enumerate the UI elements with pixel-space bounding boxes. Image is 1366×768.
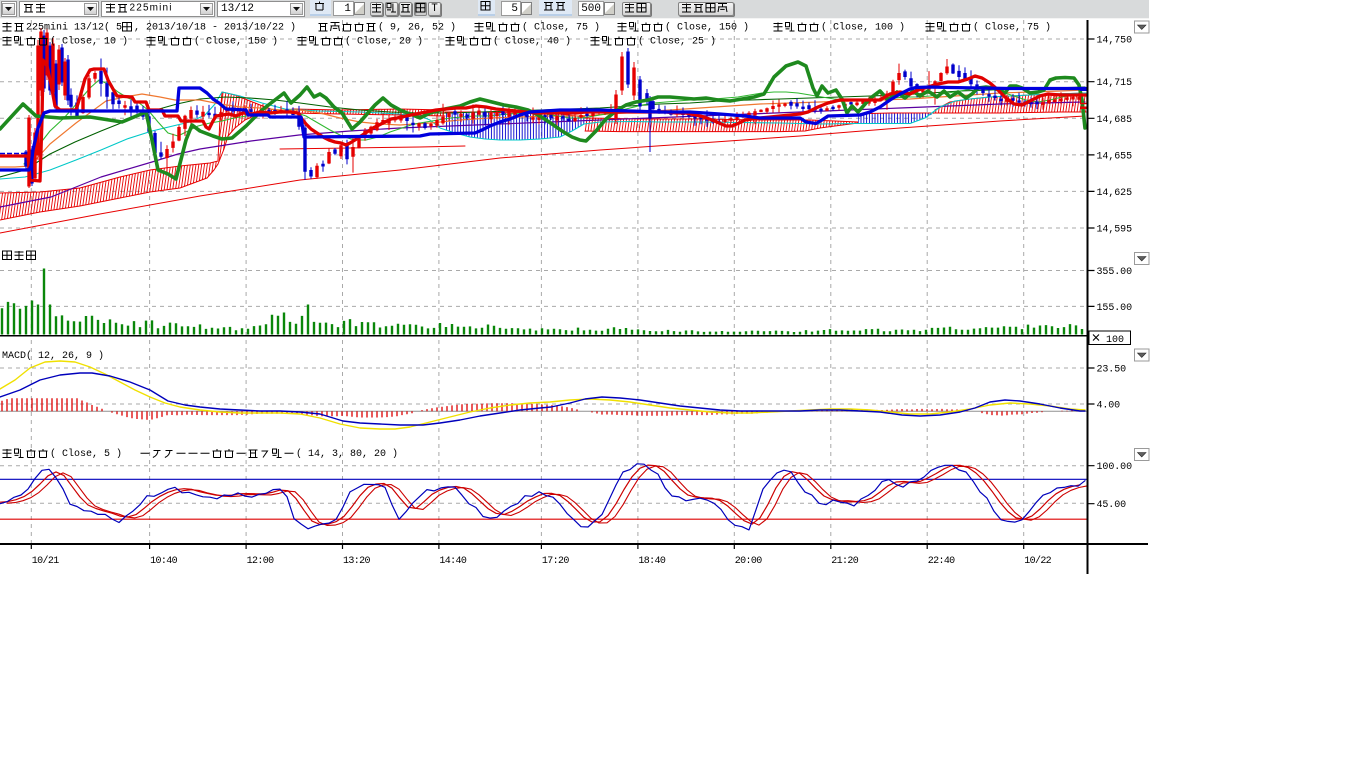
svg-text:( Close, 75 ): ( Close, 75 ) xyxy=(522,22,600,34)
svg-text:, 2013/10/18 - 2013/10/22 ): , 2013/10/18 - 2013/10/22 ) xyxy=(134,22,296,34)
svg-text:225mini: 225mini xyxy=(130,3,172,14)
svg-text:17:20: 17:20 xyxy=(542,556,570,567)
svg-text:14,595: 14,595 xyxy=(1097,225,1133,236)
svg-text:( Close, 100 ): ( Close, 100 ) xyxy=(821,22,905,34)
svg-text:100: 100 xyxy=(1106,335,1124,346)
svg-text:4.00: 4.00 xyxy=(1097,401,1121,412)
svg-text:( Close, 5 ): ( Close, 5 ) xyxy=(50,448,122,460)
svg-text:10/21: 10/21 xyxy=(32,555,60,567)
svg-text:13:20: 13:20 xyxy=(343,556,371,567)
svg-text:( Close, 150 ): ( Close, 150 ) xyxy=(194,36,278,48)
svg-text:MACD( 12, 26, 9 ): MACD( 12, 26, 9 ) xyxy=(2,350,104,362)
svg-text:20:00: 20:00 xyxy=(735,556,763,567)
svg-text:45.00: 45.00 xyxy=(1097,500,1127,511)
svg-text:14,715: 14,715 xyxy=(1097,78,1133,89)
svg-text:22:40: 22:40 xyxy=(928,556,956,567)
svg-text:21:20: 21:20 xyxy=(831,556,859,567)
svg-text:( Close, 150 ): ( Close, 150 ) xyxy=(665,22,749,34)
svg-text:23.50: 23.50 xyxy=(1097,365,1127,376)
svg-text:( Close, 25 ): ( Close, 25 ) xyxy=(638,36,716,48)
svg-text:( Close, 40 ): ( Close, 40 ) xyxy=(493,36,571,48)
svg-text:18:40: 18:40 xyxy=(638,556,666,567)
svg-text:( 14, 3, 80, 20 ): ( 14, 3, 80, 20 ) xyxy=(296,448,398,460)
svg-text:155.00: 155.00 xyxy=(1097,303,1133,314)
svg-text:14,685: 14,685 xyxy=(1097,115,1133,126)
svg-text:14:40: 14:40 xyxy=(439,556,467,567)
svg-text:( Close, 10 ): ( Close, 10 ) xyxy=(50,36,128,48)
svg-text:14,625: 14,625 xyxy=(1097,188,1133,199)
svg-text:( Close, 75 ): ( Close, 75 ) xyxy=(973,22,1051,34)
svg-text:10:40: 10:40 xyxy=(150,556,178,567)
svg-text:355.00: 355.00 xyxy=(1097,267,1133,278)
svg-text:100.00: 100.00 xyxy=(1097,462,1133,473)
svg-text:( 9, 26, 52 ): ( 9, 26, 52 ) xyxy=(378,22,456,34)
svg-text:12:00: 12:00 xyxy=(247,556,275,567)
svg-text:14,750: 14,750 xyxy=(1097,36,1133,47)
svg-text:( Close, 20 ): ( Close, 20 ) xyxy=(345,36,423,48)
svg-text:14,655: 14,655 xyxy=(1097,151,1133,162)
svg-text:225mini 13/12( 5: 225mini 13/12( 5 xyxy=(26,22,122,34)
svg-text:10/22: 10/22 xyxy=(1024,555,1052,567)
